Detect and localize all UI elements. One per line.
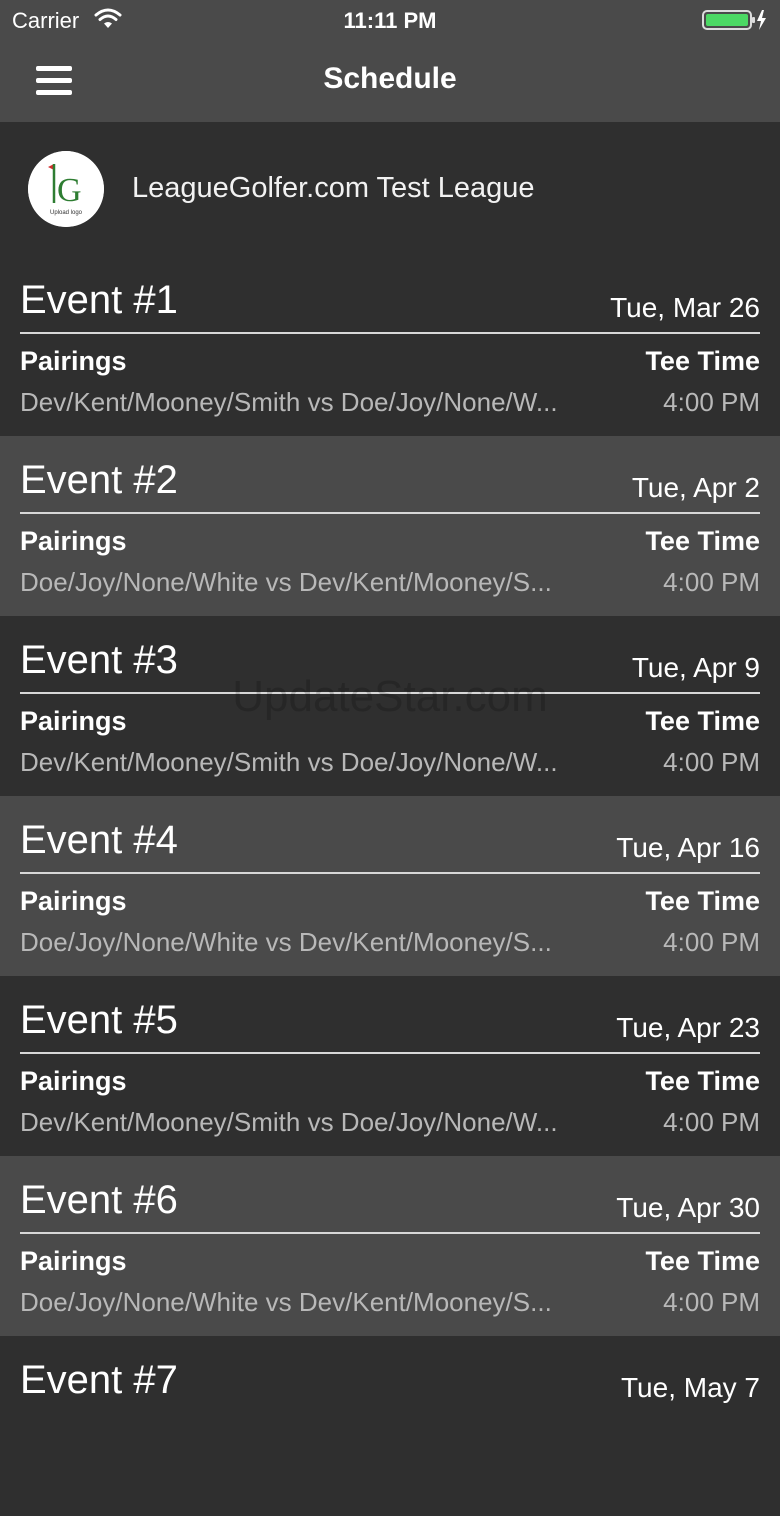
page-title: Schedule xyxy=(323,62,457,95)
event-row[interactable]: Event #7 Tue, May 7 xyxy=(0,1336,780,1516)
event-row[interactable]: Event #3 Tue, Apr 9 Pairings Tee Time De… xyxy=(0,616,780,796)
tee-time-value: 4:00 PM xyxy=(663,747,760,777)
tee-time-label: Tee Time xyxy=(645,706,760,736)
league-name: LeagueGolfer.com Test League xyxy=(132,172,535,204)
golf-flag-logo-icon: G Upload logo xyxy=(28,151,104,227)
tee-time-value: 4:00 PM xyxy=(663,387,760,417)
event-title: Event #6 xyxy=(20,1178,178,1222)
pairings-label: Pairings xyxy=(20,706,127,736)
tee-time-label: Tee Time xyxy=(645,1066,760,1096)
event-row[interactable]: Event #4 Tue, Apr 16 Pairings Tee Time D… xyxy=(0,796,780,976)
event-title: Event #4 xyxy=(20,818,178,862)
svg-text:Upload logo: Upload logo xyxy=(50,210,83,216)
event-date: Tue, May 7 xyxy=(620,1372,760,1403)
league-header: G Upload logo LeagueGolfer.com Test Leag… xyxy=(0,122,780,262)
event-date: Tue, Apr 30 xyxy=(616,1192,760,1223)
league-logo[interactable]: G Upload logo xyxy=(28,151,104,227)
divider xyxy=(20,512,760,514)
pairings-value: Dev/Kent/Mooney/Smith vs Doe/Joy/None/W.… xyxy=(20,387,558,417)
pairings-label: Pairings xyxy=(20,1066,127,1096)
event-title: Event #1 xyxy=(20,278,178,322)
divider xyxy=(20,692,760,694)
event-date: Tue, Apr 9 xyxy=(631,652,760,683)
pairings-label: Pairings xyxy=(20,1246,127,1276)
event-row[interactable]: Event #2 Tue, Apr 2 Pairings Tee Time Do… xyxy=(0,436,780,616)
status-bar: Carrier 11:11 PM xyxy=(0,0,780,40)
tee-time-value: 4:00 PM xyxy=(663,1107,760,1137)
event-title: Event #5 xyxy=(20,998,178,1042)
pairings-value: Doe/Joy/None/White vs Dev/Kent/Mooney/S.… xyxy=(20,567,552,597)
event-title: Event #7 xyxy=(20,1358,178,1402)
pairings-value: Doe/Joy/None/White vs Dev/Kent/Mooney/S.… xyxy=(20,1287,552,1317)
event-date: Tue, Apr 16 xyxy=(616,832,760,863)
pairings-label: Pairings xyxy=(20,526,127,556)
event-date: Tue, Apr 2 xyxy=(631,472,760,503)
event-date: Tue, Apr 23 xyxy=(616,1012,760,1043)
event-list: Event #1 Tue, Mar 26 Pairings Tee Time D… xyxy=(0,256,780,1516)
divider xyxy=(20,872,760,874)
divider xyxy=(20,332,760,334)
divider xyxy=(20,1232,760,1234)
divider xyxy=(20,1052,760,1054)
event-date: Tue, Mar 26 xyxy=(610,292,760,323)
tee-time-value: 4:00 PM xyxy=(663,927,760,957)
tee-time-value: 4:00 PM xyxy=(663,1287,760,1317)
status-time: 11:11 PM xyxy=(343,8,437,33)
tee-time-value: 4:00 PM xyxy=(663,567,760,597)
event-title: Event #3 xyxy=(20,638,178,682)
pairings-label: Pairings xyxy=(20,346,127,376)
pairings-value: Dev/Kent/Mooney/Smith vs Doe/Joy/None/W.… xyxy=(20,747,558,777)
pairings-value: Dev/Kent/Mooney/Smith vs Doe/Joy/None/W.… xyxy=(20,1107,558,1137)
tee-time-label: Tee Time xyxy=(645,346,760,376)
tee-time-label: Tee Time xyxy=(645,1246,760,1276)
pairings-value: Doe/Joy/None/White vs Dev/Kent/Mooney/S.… xyxy=(20,927,552,957)
navigation-bar: Schedule xyxy=(0,40,780,122)
tee-time-label: Tee Time xyxy=(645,526,760,556)
event-row[interactable]: Event #1 Tue, Mar 26 Pairings Tee Time D… xyxy=(0,256,780,436)
pairings-label: Pairings xyxy=(20,886,127,916)
event-row[interactable]: Event #6 Tue, Apr 30 Pairings Tee Time D… xyxy=(0,1156,780,1336)
tee-time-label: Tee Time xyxy=(645,886,760,916)
svg-text:G: G xyxy=(57,172,82,209)
event-row[interactable]: Event #5 Tue, Apr 23 Pairings Tee Time D… xyxy=(0,976,780,1156)
battery-icon xyxy=(702,10,766,30)
event-title: Event #2 xyxy=(20,458,178,502)
